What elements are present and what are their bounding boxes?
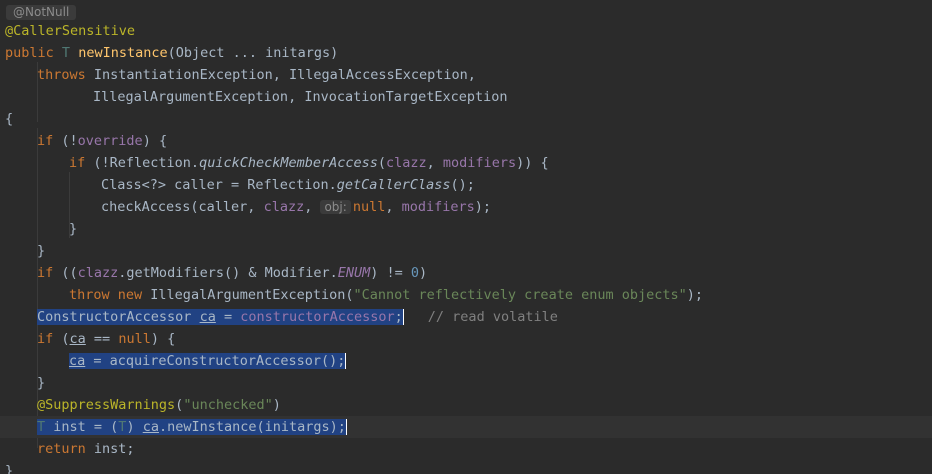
code-line-6[interactable]: if (!override) { (0, 130, 932, 152)
code-line-16[interactable]: ca = acquireConstructorAccessor(); (0, 350, 932, 372)
static-method: getCallerClass (336, 177, 451, 193)
code-text: Class<?> caller = Reflection. (101, 177, 337, 193)
selected-text[interactable]: ca = acquireConstructorAccessor(); (69, 353, 347, 369)
selected-text[interactable]: ConstructorAccessor ca = constructorAcce… (37, 309, 404, 325)
code-line-11[interactable]: } (0, 240, 932, 262)
code-text: = (215, 309, 241, 325)
code-text: (! (53, 133, 78, 149)
code-line-5[interactable]: { (0, 108, 932, 130)
code-text: ConstructorAccessor (37, 309, 200, 325)
code-text: ); (474, 199, 492, 215)
code-text: inst = ( (45, 419, 119, 435)
static-method: quickCheckMemberAccess (199, 155, 378, 171)
code-line-15[interactable]: if (ca == null) { (0, 328, 932, 350)
string-literal: "unchecked" (183, 397, 273, 413)
code-editor[interactable]: @NotNull @CallerSensitive public T newIn… (0, 0, 932, 474)
code-text: inst; (85, 441, 135, 457)
code-comment: // read volatile (427, 309, 558, 325)
code-text: } (37, 243, 46, 259)
static-field: ENUM (337, 265, 371, 281)
keyword: throw (69, 287, 110, 303)
keyword: null (352, 199, 386, 215)
local-var: ca (69, 331, 86, 347)
code-line-21[interactable]: } (0, 460, 932, 474)
code-line-13[interactable]: throw new IllegalArgumentException("Cann… (0, 284, 932, 306)
field-ref: clazz (263, 199, 305, 215)
code-text: IllegalArgumentException( (142, 287, 354, 303)
code-text: ) != (370, 265, 411, 281)
keyword: if (37, 265, 54, 281)
field-ref: clazz (386, 155, 427, 171)
keyword: public (5, 45, 54, 61)
notnull-inlay-hint: @NotNull (6, 5, 77, 20)
code-text: (( (53, 265, 78, 281)
code-line-12[interactable]: if ((clazz.getModifiers() & Modifier.ENU… (0, 262, 932, 284)
code-text: checkAccess(caller, (101, 199, 264, 215)
code-text: ; (394, 309, 404, 325)
code-line-19[interactable]: T inst = (T) ca.newInstance(initargs); (0, 416, 932, 438)
code-text: ( (53, 331, 70, 347)
code-line-9[interactable]: checkAccess(caller, clazz, obj: null, mod… (0, 196, 932, 218)
code-line-8[interactable]: Class<?> caller = Reflection.getCallerCl… (0, 174, 932, 196)
code-line-4[interactable]: IllegalArgumentException, InvocationTarg… (0, 86, 932, 108)
code-text: = acquireConstructorAccessor(); (85, 353, 346, 369)
annotation: @CallerSensitive (5, 23, 136, 39)
code-line-10[interactable]: } (0, 218, 932, 240)
keyword: if (37, 133, 54, 149)
code-text: } (5, 463, 14, 474)
code-text: } (37, 375, 46, 391)
code-text: ); (686, 287, 704, 303)
keyword: if (69, 155, 86, 171)
code-text: ) { (150, 331, 176, 347)
number-literal: 0 (410, 265, 420, 281)
code-line-1[interactable]: @CallerSensitive (0, 20, 932, 42)
field-ref: clazz (77, 265, 119, 281)
code-text: { (5, 111, 14, 127)
keyword: null (118, 331, 151, 347)
code-text: ) { (142, 133, 168, 149)
local-var: ca (142, 419, 159, 435)
code-text: ) (126, 419, 143, 435)
field-ref: override (77, 133, 143, 149)
local-var: ca (69, 353, 86, 369)
code-text: .getModifiers() & Modifier. (118, 265, 338, 281)
parameter-hint: obj: (320, 200, 351, 214)
keyword: if (37, 331, 54, 347)
code-text: } (69, 221, 78, 237)
code-text: ) (419, 265, 428, 281)
field-ref: constructorAccessor (240, 309, 395, 325)
local-var: ca (199, 309, 216, 325)
string-literal: "Cannot reflectively create enum objects… (353, 287, 687, 303)
code-text: (Object ... initargs) (167, 45, 339, 61)
code-line-3[interactable]: throws InstantiationException, IllegalAc… (0, 64, 932, 86)
type-param: T (37, 419, 46, 435)
code-text: , (304, 199, 321, 215)
keyword: return (37, 441, 86, 457)
code-line-14[interactable]: ConstructorAccessor ca = constructorAcce… (0, 306, 932, 328)
code-text: .newInstance(initargs); (158, 419, 346, 435)
annotation: @SuppressWarnings (37, 397, 176, 413)
type-param: T (61, 45, 71, 61)
field-ref: modifiers (442, 155, 517, 171)
method-name: newInstance (78, 45, 168, 61)
code-text: ( (377, 155, 387, 171)
code-text: InstantiationException, IllegalAccessExc… (85, 67, 476, 83)
code-line-18[interactable]: @SuppressWarnings("unchecked") (0, 394, 932, 416)
field-ref: modifiers (401, 199, 475, 215)
keyword: new (117, 287, 143, 303)
code-text: == (85, 331, 119, 347)
code-text: (); (450, 177, 475, 193)
code-text: IllegalArgumentException, InvocationTarg… (93, 89, 508, 105)
code-text: (!Reflection. (85, 155, 200, 171)
selected-text[interactable]: T inst = (T) ca.newInstance(initargs); (37, 419, 347, 435)
code-line-17[interactable]: } (0, 372, 932, 394)
code-line-7[interactable]: if (!Reflection.quickCheckMemberAccess(c… (0, 152, 932, 174)
code-text: , (426, 155, 443, 171)
code-text: )) { (516, 155, 549, 171)
code-line-2[interactable]: public T newInstance(Object ... initargs… (0, 42, 932, 64)
code-line-20[interactable]: return inst; (0, 438, 932, 460)
code-text: , (385, 199, 402, 215)
keyword: throws (37, 67, 86, 83)
code-text: ) (272, 397, 281, 413)
